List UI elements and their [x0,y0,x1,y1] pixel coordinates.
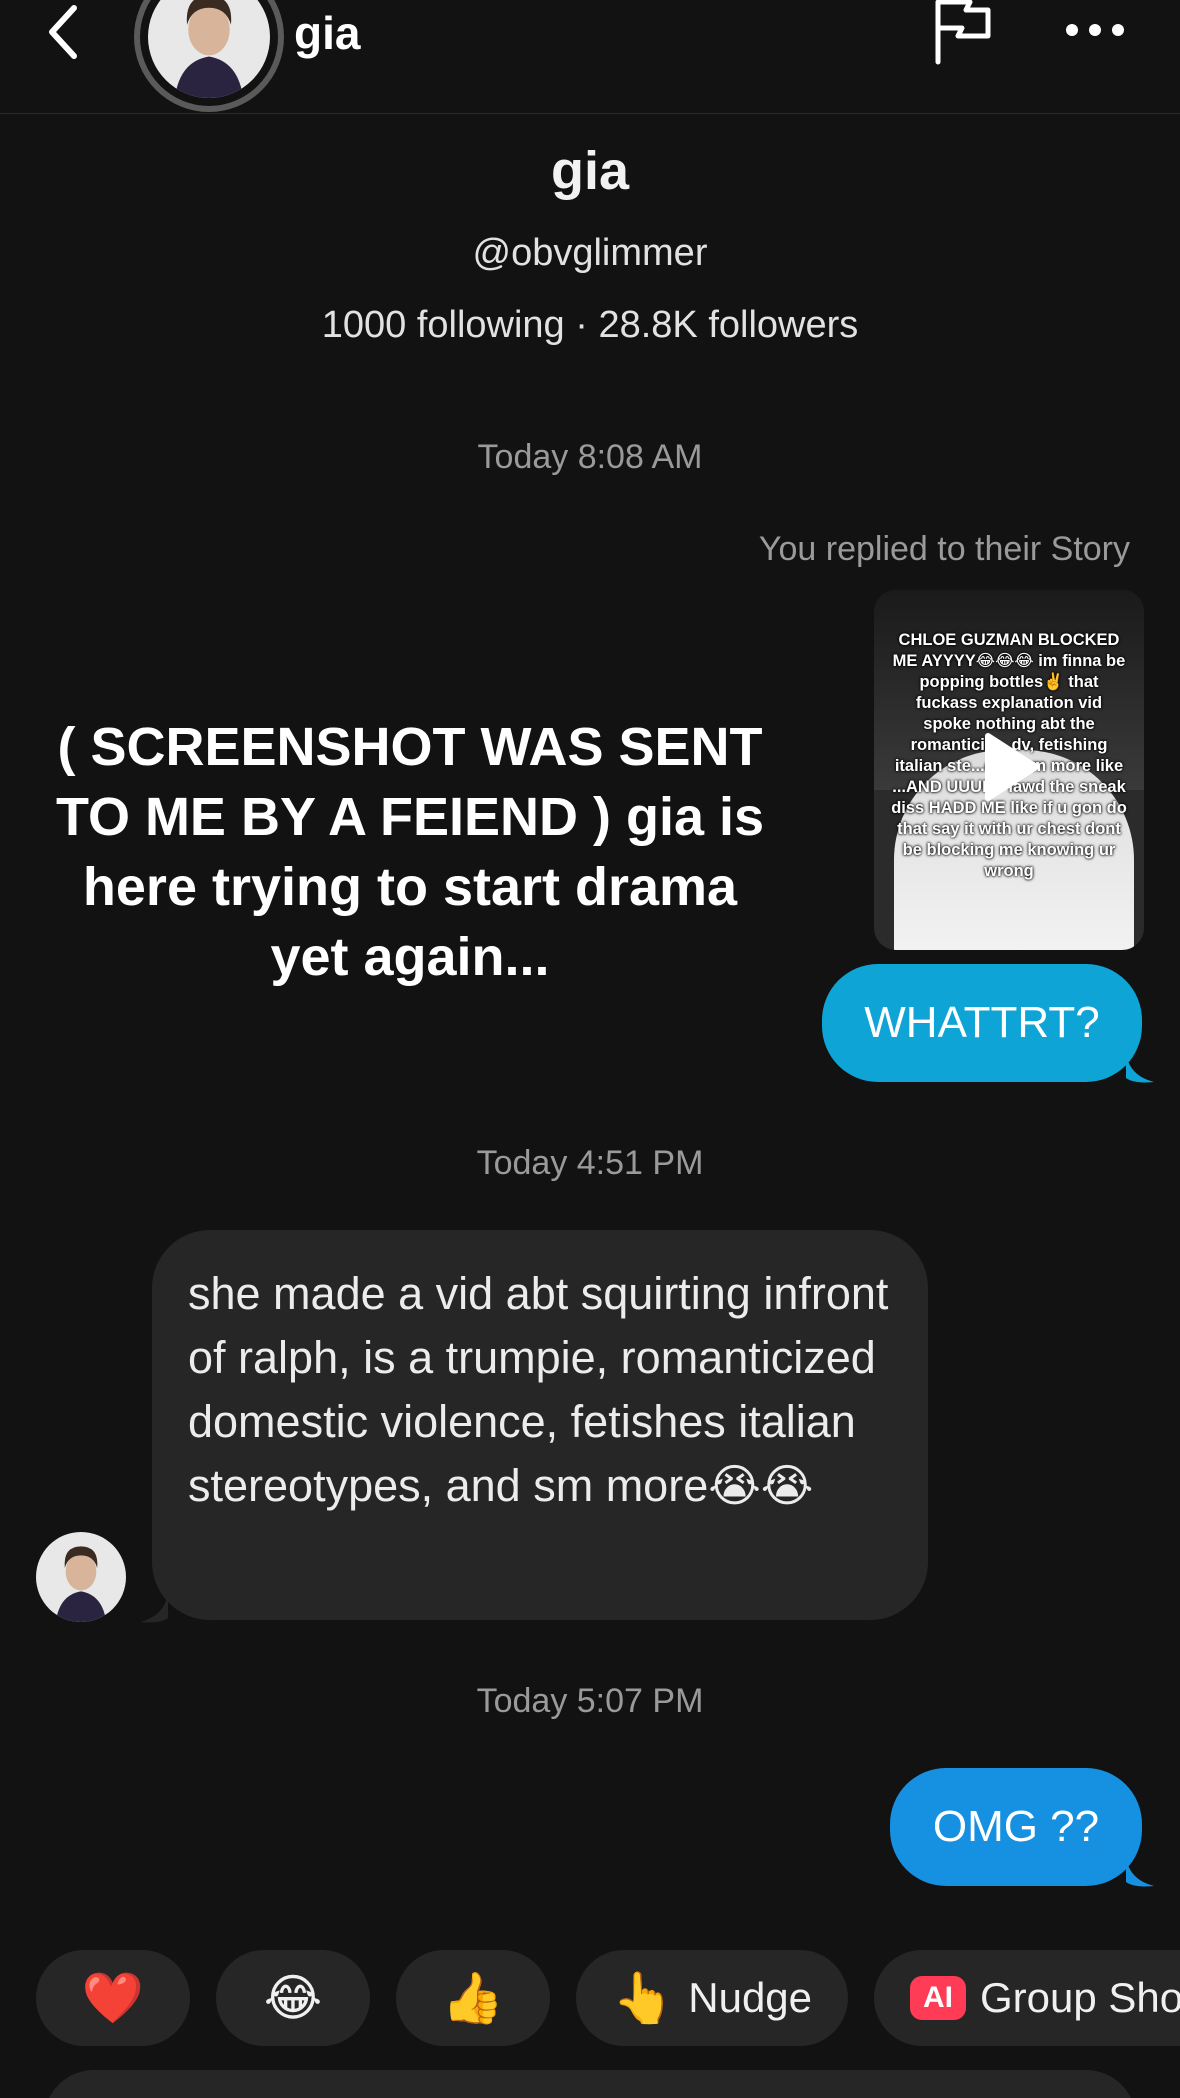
message-text: she made a vid abt squirting infront of … [188,1268,889,1511]
avatar-image [36,1532,126,1622]
nudge-button[interactable]: 👆 Nudge [576,1950,848,2046]
pointing-hand-icon: 👆 [611,1970,675,2026]
message-text: OMG ?? [932,1802,1100,1851]
incoming-message[interactable]: she made a vid abt squirting infront of … [152,1230,928,1620]
laughing-face-icon: 😂 [263,1970,323,2026]
message-text: WHATTRT? [864,998,1100,1047]
timestamp: Today 5:07 PM [476,1682,704,1720]
profile-name: gia [550,141,630,201]
header-contact-name[interactable]: gia [294,6,360,60]
group-shot-button[interactable]: AI Group Sho [874,1950,1180,2046]
outgoing-message[interactable]: WHATTRT? [822,964,1142,1082]
story-thumbnail[interactable]: CHLOE GUZMAN BLOCKED ME AYYYY😂😂😂 im finn… [874,590,1144,950]
group-shot-label: Group Sho [980,1974,1180,2021]
flag-icon[interactable] [930,0,994,66]
bubble-tail [1126,1858,1154,1887]
story-reply-label: You replied to their Story [758,530,1130,568]
reaction-thumbs-up[interactable]: 👍 [396,1950,550,2046]
chevron-left-icon[interactable] [40,2,100,62]
profile-stats: 1000 following · 28.8K followers [321,304,859,346]
bubble-tail [140,1594,168,1623]
nudge-label: Nudge [688,1974,813,2021]
chat-header: gia [0,0,1180,114]
overlay-caption: ( SCREENSHOT WAS SENT TO ME BY A FEIEND … [55,717,765,987]
heart-icon: ❤️ [81,1970,145,2026]
bubble-tail [1126,1054,1154,1083]
quick-reactions-bar: ❤️ 😂 👍 👆 Nudge AI Group Sho [36,1950,1180,2046]
sender-avatar[interactable] [36,1532,126,1622]
profile-handle: @obvglimmer [472,232,708,274]
more-horizontal-icon[interactable] [1062,4,1128,56]
avatar-image [148,0,270,98]
header-avatar[interactable] [134,0,284,112]
reaction-laugh[interactable]: 😂 [216,1950,370,2046]
ai-badge-icon: AI [910,1976,966,2020]
thumbs-up-icon: 👍 [441,1970,505,2026]
message-composer[interactable] [44,2070,1136,2098]
timestamp: Today 8:08 AM [477,438,703,476]
reaction-heart[interactable]: ❤️ [36,1950,190,2046]
play-icon[interactable] [980,730,1042,804]
timestamp: Today 4:51 PM [476,1144,704,1182]
outgoing-message[interactable]: OMG ?? [890,1768,1142,1886]
